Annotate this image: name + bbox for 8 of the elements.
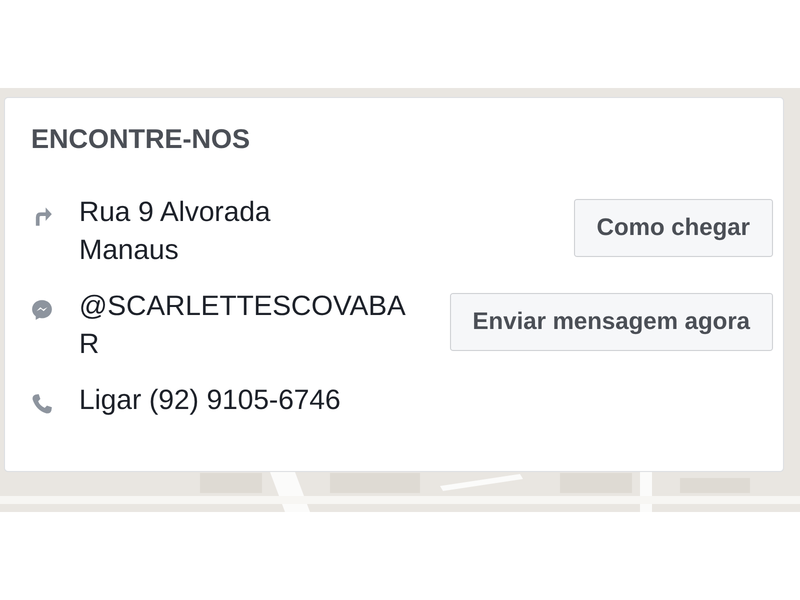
address-text: Rua 9 Alvorada Manaus bbox=[79, 195, 270, 267]
phone-icon bbox=[31, 393, 53, 415]
card-title: ENCONTRE-NOS bbox=[31, 124, 252, 155]
directions-button[interactable]: Como chegar bbox=[574, 199, 773, 257]
phone-text[interactable]: Ligar (92) 9105-6746 bbox=[79, 381, 341, 419]
messenger-icon bbox=[31, 299, 53, 321]
messenger-handle: @SCARLETTESCOVABAR bbox=[79, 289, 407, 361]
send-message-button[interactable]: Enviar mensagem agora bbox=[450, 293, 773, 351]
